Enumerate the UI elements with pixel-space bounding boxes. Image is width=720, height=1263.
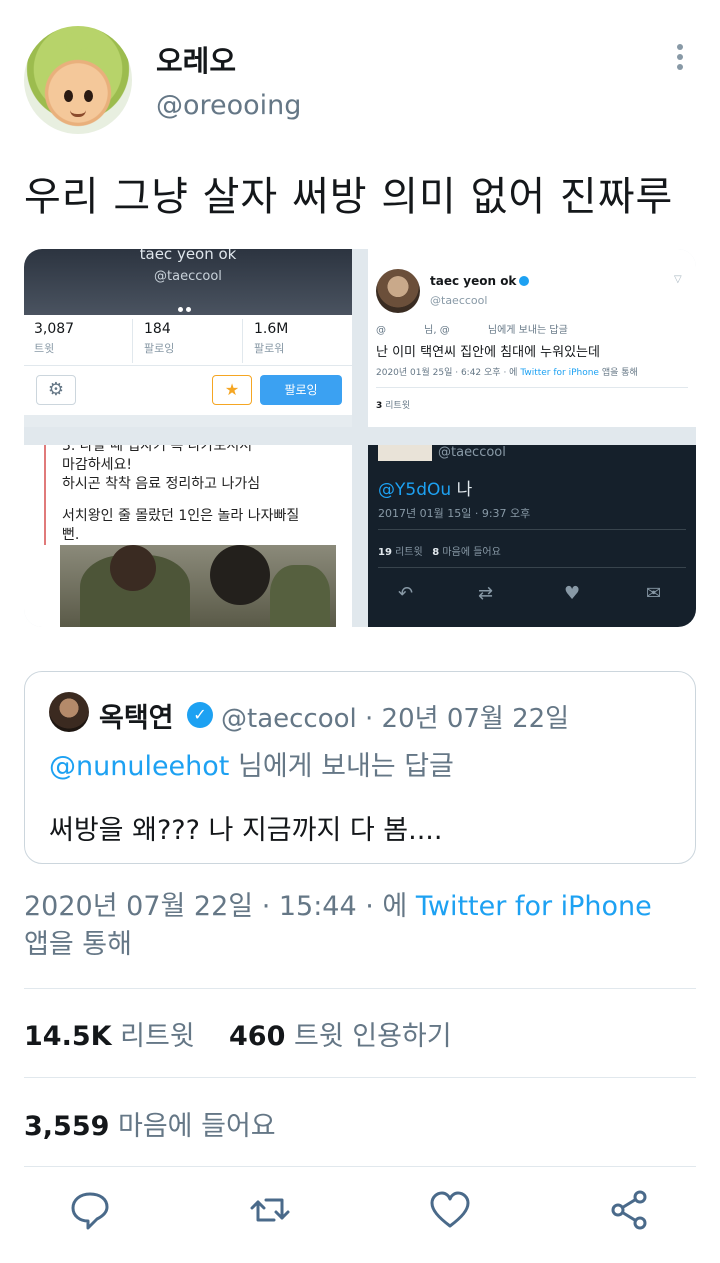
media-image-1[interactable]: taec yeon ok @taeccool 3,087 트윗 184 팔로잉 1.… (24, 249, 352, 427)
media2-handle: @taeccool (430, 294, 488, 307)
media4-handle: @taeccool (438, 445, 506, 460)
media3-line: 뻔. (62, 527, 80, 543)
retweet-icon[interactable] (248, 1188, 292, 1232)
media3-line: 3. 나갈 때 입자기 쏙 나가보셔서 (62, 445, 253, 454)
verified-icon (519, 276, 530, 286)
media1-stat-tweets: 3,087 트윗 (34, 321, 75, 355)
divider (24, 1166, 696, 1167)
user-avatar[interactable] (24, 26, 132, 134)
media2-meta: 2020년 01월 25일 · 6:42 오후 · 에 Twitter for … (376, 368, 638, 378)
media4-date: 2017년 01월 15일 · 9:37 오후 (378, 507, 531, 520)
quote-text: 써방을 왜??? 나 지금까지 다 봄.... (49, 815, 443, 846)
quote-tweets-count[interactable]: 460 트윗 인용하기 (229, 1021, 452, 1052)
gear-icon: ⚙ (36, 375, 76, 405)
media2-name: taec yeon ok (430, 274, 530, 288)
media2-retweet-count: 3 리트윗 (376, 401, 410, 411)
media1-profile-name: taec yeon ok (139, 249, 237, 263)
heart-icon: ♥ (564, 583, 581, 604)
media2-reply-context: @ 님, @ 님에게 보내는 답글 (376, 325, 568, 336)
media4-tweet: @Y5dOu 나 (378, 480, 473, 500)
media1-follow-button: 팔로잉 (260, 375, 342, 405)
share-icon[interactable] (608, 1188, 652, 1232)
media3-line: 서치왕인 줄 몰랐던 1인은 놀라 나자빠질 (62, 508, 300, 524)
media3-photo (60, 545, 336, 627)
media4-counts: 19 리트윗 8 마음에 들어요 (378, 547, 501, 558)
user-display-name[interactable]: 오레오 (156, 38, 236, 80)
quote-reply-mention[interactable]: @nunuleehot (49, 751, 229, 782)
media1-stat-followers: 1.6M 팔로워 (254, 321, 289, 355)
reply-icon[interactable] (68, 1188, 112, 1232)
user-handle[interactable]: @oreooing (156, 90, 301, 121)
quoted-tweet[interactable]: 옥택연 ✓ @taeccool · 20년 07월 22일 @nunuleeho… (24, 671, 696, 864)
media2-avatar (376, 269, 420, 313)
quote-reply-context: @nunuleehot 님에게 보내는 답글 (49, 751, 454, 782)
retweets-count[interactable]: 14.5K 리트윗 (24, 1021, 195, 1052)
tweet-text: 우리 그냥 살자 써방 의미 없어 진짜루 (24, 174, 674, 220)
like-icon[interactable] (428, 1188, 472, 1232)
media2-body: 난 이미 택연씨 집안에 침대에 누워있는데 (376, 345, 600, 360)
likes-count[interactable]: 3,559 마음에 들어요 (24, 1104, 276, 1143)
media-image-3[interactable]: 3. 나갈 때 입자기 쏙 나가보셔서 마감하세요! 하시곤 착착 음료 정리하… (24, 445, 352, 627)
reply-arrow-icon: ↶ (398, 583, 414, 604)
quote-meta: @taeccool · 20년 07월 22일 (221, 704, 570, 734)
divider (24, 1077, 696, 1078)
media1-profile-handle: @taeccool (154, 269, 222, 284)
quote-display-name: 옥택연 (99, 703, 174, 734)
media-grid: taec yeon ok @taeccool 3,087 트윗 184 팔로잉 1.… (24, 249, 696, 627)
message-icon: ✉ (646, 583, 662, 604)
media1-stat-following: 184 팔로잉 (144, 321, 175, 355)
tweet-source-link[interactable]: Twitter for iPhone (416, 891, 652, 922)
media-image-2[interactable]: taec yeon ok @taeccool ▽ @ 님, @ 님에게 보내는 … (368, 249, 696, 427)
retweet-icon: ⇄ (478, 583, 494, 604)
quote-avatar (49, 692, 89, 732)
tweet-action-bar (0, 1188, 720, 1242)
retweet-stats: 14.5K 리트윗 460 트윗 인용하기 (24, 1014, 452, 1053)
media-image-4[interactable]: @taeccool @Y5dOu 나 2017년 01월 15일 · 9:37 … (368, 445, 696, 627)
chevron-down-icon: ▽ (674, 274, 682, 285)
more-options-icon[interactable] (670, 44, 690, 74)
divider (24, 988, 696, 989)
media3-line: 하시곤 착착 음료 정리하고 나가심 (62, 476, 261, 492)
verified-icon: ✓ (187, 702, 213, 728)
media3-line: 마감하세요! (62, 457, 133, 473)
tweet-header: 오레오 @oreooing (0, 0, 720, 150)
tweet-timestamp: 2020년 07월 22일 · 15:44 · 에 Twitter for iP… (24, 891, 652, 960)
star-icon: ★ (212, 375, 252, 405)
